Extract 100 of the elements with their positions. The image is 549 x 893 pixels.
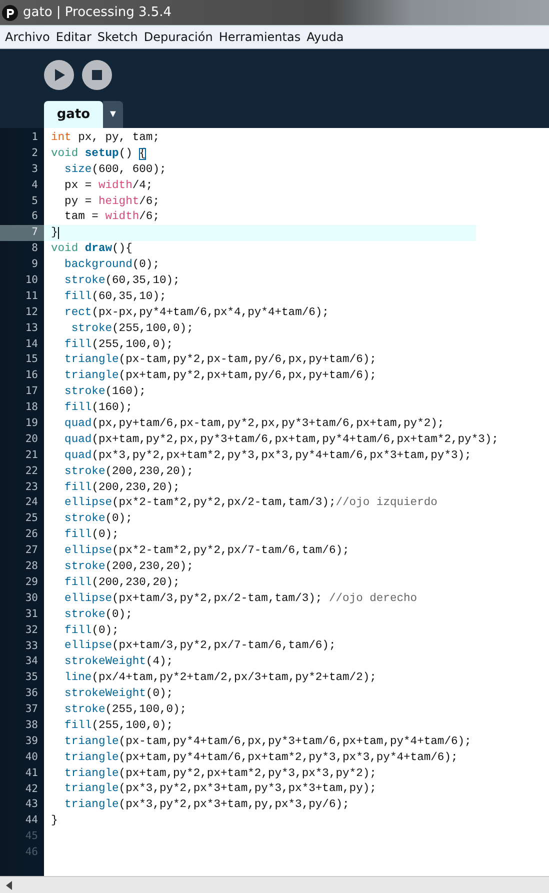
menu-item[interactable]: Ayuda <box>304 30 347 44</box>
code-line: stroke(200,230,20); <box>64 464 194 479</box>
line-number: 20 <box>24 432 39 447</box>
line-number: 46 <box>24 845 39 860</box>
line-number: 14 <box>24 336 39 352</box>
code-line: quad(px,py+tam/6,px-tam,py*2,px,py*3+tam/6,px+tam,py*2); <box>64 416 444 431</box>
line-number: 6 <box>30 209 39 224</box>
line-number: 1 <box>30 130 39 145</box>
code-line: stroke(0); <box>64 608 132 622</box>
code-line: px = width/4; <box>64 178 153 193</box>
line-number: 25 <box>24 511 39 526</box>
line-number: 27 <box>24 543 39 558</box>
menu-item[interactable]: Sketch <box>94 30 141 44</box>
line-number: 4 <box>30 178 39 193</box>
line-number: 9 <box>30 257 39 272</box>
line-number: 39 <box>24 734 39 749</box>
window-title: gato | Processing 3.5.4 <box>23 5 172 20</box>
code-line: stroke(0); <box>64 512 132 526</box>
line-number: 17 <box>24 384 39 400</box>
line-number: 15 <box>24 352 39 368</box>
line-number: 12 <box>24 304 39 320</box>
line-number: 28 <box>24 559 39 574</box>
code-line: fill(255,100,0); <box>64 338 174 352</box>
code-line: strokeWeight(0); <box>64 687 174 702</box>
line-number: 3 <box>30 162 39 177</box>
line-number: 42 <box>24 782 39 797</box>
run-button[interactable] <box>44 60 74 90</box>
play-icon <box>52 68 66 82</box>
line-number: 16 <box>24 368 39 384</box>
line-number: 41 <box>24 766 39 781</box>
code-line: ellipse(px*2-tam*2,py*2,px/7-tam/6,tam/6); <box>64 544 350 558</box>
code-line: ellipse(px*2-tam*2,py*2,px/2-tam,tam/3);//ojo izquierdo <box>64 496 438 510</box>
code-line: strokeWeight(4); <box>64 655 174 670</box>
app-logo-icon <box>2 4 18 20</box>
line-number: 18 <box>24 400 39 416</box>
line-number: 38 <box>24 718 39 733</box>
line-number: 45 <box>24 829 39 844</box>
line-number: 32 <box>24 622 39 638</box>
line-number: 21 <box>24 448 39 463</box>
menu-item[interactable]: Depuración <box>140 30 216 44</box>
code-line: py = height/6; <box>64 194 160 208</box>
code-line: stroke(255,100,0); <box>64 703 187 717</box>
line-number: 30 <box>24 590 39 606</box>
code-line: fill(200,230,20); <box>64 480 180 495</box>
line-number: 40 <box>24 750 39 765</box>
line-number: 31 <box>24 606 39 622</box>
tab-menu-button[interactable]: ▼ <box>103 101 123 128</box>
line-number: 2 <box>30 146 39 161</box>
code-line: ellipse(px+tam/3,py*2,px/7-tam/6,tam/6); <box>64 639 336 654</box>
horizontal-scrollbar[interactable] <box>0 876 549 893</box>
line-number: 11 <box>24 288 39 304</box>
code-line: tam = width/6; <box>64 210 160 224</box>
scroll-left-icon[interactable] <box>6 880 12 890</box>
code-line: size(600, 600); <box>64 162 166 177</box>
line-number: 8 <box>30 241 39 256</box>
menu-item[interactable]: Editar <box>52 30 94 44</box>
code-line: rect(px-px,py*4+tam/6,px*4,py*4+tam/6); <box>64 306 329 320</box>
code-line: stroke(200,230,20); <box>64 560 194 574</box>
stop-button[interactable] <box>82 60 112 90</box>
code-line: int px, py, tam; <box>51 130 160 145</box>
code-line: fill(0); <box>64 624 119 638</box>
line-number: 7 <box>0 225 44 242</box>
code-line: triangle(px-tam,py*2,px-tam,py/6,px,py+tam/6); <box>64 353 376 368</box>
code-line: } <box>51 814 58 828</box>
line-number: 26 <box>24 527 39 542</box>
line-number: 19 <box>24 416 39 432</box>
code-line: triangle(px+tam,py*2,px+tam,py/6,px,py+tam/6); <box>64 369 376 384</box>
line-number: 5 <box>30 194 39 209</box>
code-line: triangle(px+tam,py*2,px+tam*2,py*3,px*3,py*2); <box>64 766 376 781</box>
code-line: quad(px+tam,py*2,px,py*3+tam/6,px+tam,py*4+tam/6,px+tam*2,py*3); <box>64 432 498 447</box>
code-line: ellipse(px+tam/3,py*2,px/2-tam,tam/3); //ojo derecho <box>64 592 418 606</box>
line-number: 36 <box>24 686 39 702</box>
line-number: 29 <box>24 574 39 590</box>
code-line: void draw(){ <box>51 242 132 256</box>
code-line: fill(200,230,20); <box>64 576 180 590</box>
line-number: 33 <box>24 638 39 654</box>
code-line: triangle(px*3,py*2,px*3+tam,py*3,px*3+tam,py); <box>64 782 376 796</box>
stop-icon <box>90 68 104 82</box>
line-number: 37 <box>24 702 39 718</box>
code-line: fill(160); <box>64 401 132 416</box>
editor-tab[interactable]: gato <box>44 101 103 128</box>
code-line: quad(px*3,py*2,px+tam*2,py*3,px*3,py*4+tam/6,px*3+tam,py*3); <box>64 448 472 463</box>
code-line: triangle(px*3,py*2,px*3+tam,py,px*3,py/6); <box>64 798 350 812</box>
menu-item[interactable]: Herramientas <box>216 30 304 44</box>
line-number: 23 <box>24 480 39 495</box>
code-line: fill(255,100,0); <box>64 718 174 733</box>
code-line: } <box>51 226 59 240</box>
line-number: 35 <box>24 670 39 686</box>
code-line: triangle(px-tam,py*4+tam/6,px,py*3+tam/6,px+tam,py*4+tam/6); <box>64 734 472 749</box>
menu-item[interactable]: Archivo <box>2 30 53 44</box>
code-line: stroke(60,35,10); <box>64 274 180 288</box>
code-line: line(px/4+tam,py*2+tam/2,px/3+tam,py*2+tam/2); <box>64 671 376 686</box>
code-line: fill(60,35,10); <box>64 290 166 304</box>
line-number: 34 <box>24 654 39 670</box>
line-number: 43 <box>24 797 39 812</box>
line-number: 24 <box>24 495 39 510</box>
code-line: fill(0); <box>64 528 119 542</box>
line-number: 13 <box>24 320 39 336</box>
code-line: stroke(255,100,0); <box>70 322 194 336</box>
code-line: triangle(px+tam,py*4+tam/6,px+tam*2,py*3,px*3,py*4+tam/6); <box>64 750 458 765</box>
